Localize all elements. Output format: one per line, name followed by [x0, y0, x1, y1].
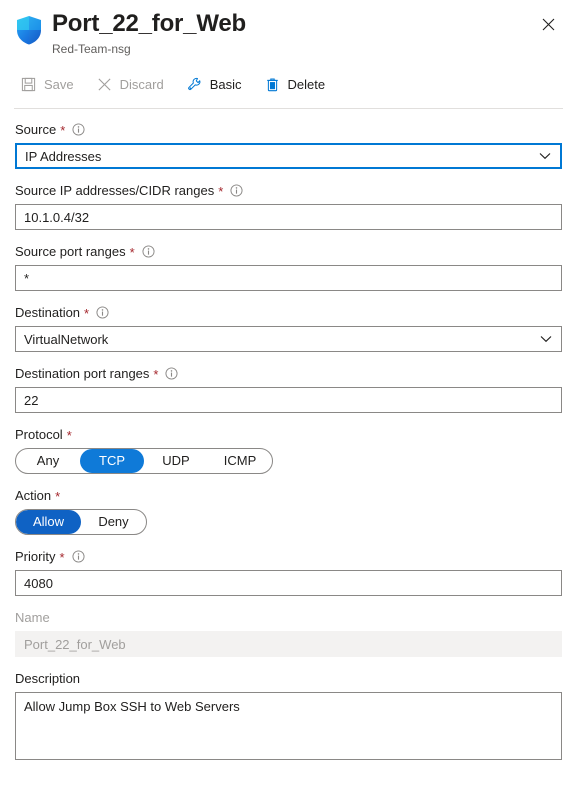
- discard-icon: [96, 76, 113, 93]
- toolbar-divider: [14, 108, 563, 109]
- save-icon: [20, 76, 37, 93]
- source-port-label-row: Source port ranges *: [15, 243, 562, 260]
- field-name: Name Port_22_for_Web: [15, 609, 562, 657]
- required-asterisk: *: [84, 306, 90, 321]
- blade-header: Port_22_for_Web Red-Team-nsg: [0, 0, 577, 58]
- info-icon[interactable]: [71, 550, 85, 563]
- field-priority: Priority * 4080: [15, 548, 562, 596]
- field-description: Description Allow Jump Box SSH to Web Se…: [15, 670, 562, 760]
- basic-label: Basic: [209, 76, 242, 92]
- page-subtitle: Red-Team-nsg: [52, 42, 131, 56]
- source-value: IP Addresses: [25, 148, 102, 164]
- field-source: Source * IP Addresses: [15, 121, 562, 169]
- chevron-down-icon: [538, 149, 552, 163]
- source-ip-label-row: Source IP addresses/CIDR ranges *: [15, 182, 562, 199]
- save-button[interactable]: Save: [14, 69, 84, 99]
- source-port-label: Source port ranges: [15, 244, 126, 259]
- action-label: Action: [15, 488, 52, 503]
- description-label-row: Description: [15, 670, 562, 687]
- priority-input[interactable]: 4080: [15, 570, 562, 596]
- source-port-value: *: [24, 270, 30, 286]
- required-asterisk: *: [129, 245, 135, 260]
- destination-label: Destination: [15, 305, 81, 320]
- rule-form: Source * IP Addresses Source IP addresse…: [0, 121, 577, 760]
- name-value: Port_22_for_Web: [24, 636, 126, 652]
- command-toolbar: Save Discard Basic Delete: [0, 68, 577, 100]
- source-dropdown[interactable]: IP Addresses: [15, 143, 562, 169]
- info-icon[interactable]: [230, 184, 243, 197]
- required-asterisk: *: [59, 550, 65, 565]
- info-icon[interactable]: [96, 306, 109, 319]
- source-port-input[interactable]: *: [15, 265, 562, 291]
- info-icon[interactable]: [142, 245, 155, 258]
- priority-label: Priority: [15, 549, 56, 564]
- action-label-row: Action *: [15, 487, 562, 504]
- required-asterisk: *: [66, 428, 72, 443]
- page-title: Port_22_for_Web: [52, 10, 246, 37]
- source-label-row: Source *: [15, 121, 562, 138]
- destination-dropdown[interactable]: VirtualNetwork: [15, 326, 562, 352]
- delete-label: Delete: [287, 76, 326, 92]
- protocol-option-tcp[interactable]: TCP: [80, 449, 144, 473]
- name-input: Port_22_for_Web: [15, 631, 562, 657]
- chevron-down-icon: [539, 332, 553, 346]
- field-source-ip: Source IP addresses/CIDR ranges * 10.1.0…: [15, 182, 562, 230]
- source-ip-label: Source IP addresses/CIDR ranges: [15, 183, 215, 198]
- discard-button[interactable]: Discard: [90, 69, 174, 99]
- field-action: Action * Allow Deny: [15, 487, 562, 535]
- source-label: Source: [15, 122, 57, 137]
- protocol-label: Protocol: [15, 427, 63, 442]
- required-asterisk: *: [218, 184, 224, 199]
- protocol-option-udp[interactable]: UDP: [144, 449, 208, 473]
- delete-button[interactable]: Delete: [258, 69, 336, 99]
- priority-value: 4080: [24, 575, 53, 591]
- destination-port-input[interactable]: 22: [15, 387, 562, 413]
- info-icon[interactable]: [72, 123, 85, 136]
- name-label-row: Name: [15, 609, 562, 626]
- close-icon: [542, 18, 554, 30]
- wrench-icon: [186, 76, 203, 93]
- title-block: Port_22_for_Web Red-Team-nsg: [52, 10, 246, 57]
- basic-button[interactable]: Basic: [180, 69, 252, 99]
- shield-icon: [14, 14, 44, 46]
- priority-label-row: Priority *: [15, 548, 562, 565]
- destination-label-row: Destination *: [15, 304, 562, 321]
- action-option-deny[interactable]: Deny: [81, 510, 146, 534]
- description-label: Description: [15, 671, 81, 686]
- source-ip-input[interactable]: 10.1.0.4/32: [15, 204, 562, 230]
- protocol-choice-group: Any TCP UDP ICMP: [15, 448, 273, 474]
- destination-port-label: Destination port ranges: [15, 366, 150, 381]
- field-protocol: Protocol * Any TCP UDP ICMP: [15, 426, 562, 474]
- close-button[interactable]: [535, 11, 561, 37]
- trash-icon: [264, 76, 281, 93]
- rule-settings-blade: Port_22_for_Web Red-Team-nsg Save Discar…: [0, 0, 577, 793]
- discard-label: Discard: [119, 76, 164, 92]
- source-ip-value: 10.1.0.4/32: [24, 209, 90, 225]
- field-destination: Destination * VirtualNetwork: [15, 304, 562, 352]
- save-label: Save: [44, 76, 74, 92]
- description-textarea[interactable]: Allow Jump Box SSH to Web Servers: [15, 692, 562, 760]
- destination-value: VirtualNetwork: [24, 331, 109, 347]
- protocol-option-any[interactable]: Any: [16, 449, 80, 473]
- action-option-allow[interactable]: Allow: [16, 510, 81, 534]
- required-asterisk: *: [60, 123, 66, 138]
- action-choice-group: Allow Deny: [15, 509, 147, 535]
- name-label: Name: [15, 610, 50, 625]
- destination-port-value: 22: [24, 392, 39, 408]
- field-source-port: Source port ranges * *: [15, 243, 562, 291]
- required-asterisk: *: [55, 489, 61, 504]
- destination-port-label-row: Destination port ranges *: [15, 365, 562, 382]
- protocol-option-icmp[interactable]: ICMP: [208, 449, 272, 473]
- required-asterisk: *: [153, 367, 159, 382]
- protocol-label-row: Protocol *: [15, 426, 562, 443]
- info-icon[interactable]: [165, 367, 179, 380]
- field-destination-port: Destination port ranges * 22: [15, 365, 562, 413]
